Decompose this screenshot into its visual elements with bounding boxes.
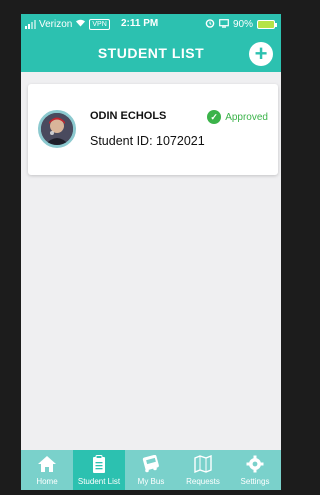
clipboard-icon [89,454,109,477]
tab-label: Requests [186,476,220,486]
gear-icon [245,455,265,477]
status-right: 90% [205,18,277,31]
status-time: 2:11 PM [121,18,159,29]
tab-student-list[interactable]: Student List [73,450,125,490]
vpn-badge: VPN [89,18,110,30]
student-avatar [38,110,76,148]
home-icon [37,455,57,477]
check-icon: ✓ [207,110,222,124]
tab-label: Settings [240,476,270,486]
tab-settings[interactable]: Settings [229,450,281,490]
map-icon [193,454,213,477]
alarm-icon [205,18,215,31]
tab-home[interactable]: Home [21,450,73,490]
student-name: ODIN ECHOLS [90,110,167,122]
status-left: Verizon VPN [25,18,110,30]
status-text: Approved [225,111,268,123]
status-badge: ✓ Approved [207,110,268,124]
bus-icon [141,454,161,477]
battery-icon [257,20,277,29]
carrier-label: Verizon [39,18,73,30]
page-title: STUDENT LIST [97,45,205,61]
app-screen: Verizon VPN 2:11 PM 90% STUDENT LIST + O… [21,14,281,490]
tab-label: My Bus [137,476,165,486]
signal-icon [25,19,36,29]
tab-label: Student List [77,476,121,486]
bottom-tab-bar: Home Student List My Bus Requests Settin… [21,450,281,490]
student-card[interactable]: ODIN ECHOLS Student ID: 1072021 ✓ Approv… [28,84,278,175]
tab-requests[interactable]: Requests [177,450,229,490]
tab-my-bus[interactable]: My Bus [125,450,177,490]
tab-label: Home [36,476,58,486]
screen-icon [219,18,229,31]
student-id: Student ID: 1072021 [90,134,205,148]
add-student-button[interactable]: + [249,42,273,66]
wifi-icon [75,18,86,30]
app-header: Verizon VPN 2:11 PM 90% STUDENT LIST + [21,14,281,72]
battery-percent: 90% [232,19,253,30]
status-bar: Verizon VPN 2:11 PM 90% [21,14,281,34]
